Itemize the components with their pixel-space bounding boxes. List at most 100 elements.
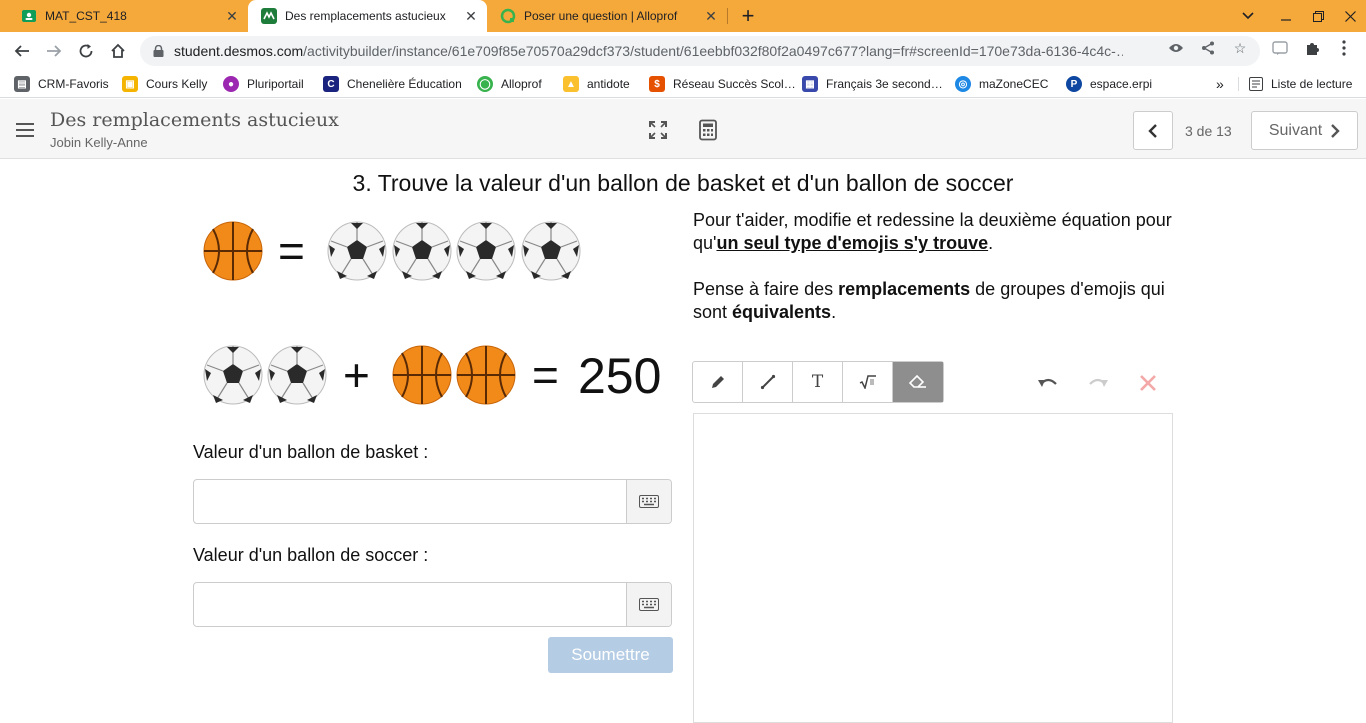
equation-2-plus: + (343, 349, 370, 401)
url-path: /activitybuilder/instance/61e709f85e7057… (303, 43, 1124, 59)
instr-text: . (831, 302, 837, 322)
close-tab-icon[interactable]: ✕ (463, 8, 479, 24)
reading-list[interactable]: Liste de lecture (1249, 75, 1352, 93)
pencil-icon (711, 376, 724, 388)
bookmark-cheneliere[interactable]: C Chenelière Éducation (323, 75, 462, 93)
pencil-tool[interactable] (693, 362, 743, 402)
fullscreen-icon[interactable] (647, 119, 669, 141)
submit-button[interactable]: Soumettre (548, 637, 673, 673)
equation-1-equals: = (278, 225, 305, 277)
basketball-icon (203, 221, 263, 281)
math-keyboard-button[interactable] (626, 583, 671, 626)
bookmark-cours-kelly[interactable]: ▣ Cours Kelly (122, 75, 207, 93)
home-icon[interactable] (105, 38, 131, 64)
close-tab-icon[interactable]: ✕ (703, 8, 719, 24)
new-tab-icon[interactable]: + (737, 3, 759, 28)
bookmark-pluriportail[interactable]: ● Pluriportail (223, 75, 304, 93)
back-icon[interactable] (9, 38, 35, 64)
restore-icon[interactable] (1302, 0, 1334, 32)
soccer-ball-icon (456, 221, 516, 281)
eye-icon[interactable] (1166, 38, 1186, 58)
instr-text: Pense à faire des (693, 279, 839, 299)
soccer-ball-icon (392, 221, 452, 281)
address-bar[interactable]: student.desmos.com /activitybuilder/inst… (140, 36, 1260, 66)
forward-icon[interactable] (41, 38, 67, 64)
basket-value-input[interactable] (193, 479, 672, 524)
calculator-icon[interactable] (697, 119, 719, 141)
minimize-icon[interactable] (1270, 0, 1302, 32)
bookmark-crm-favoris[interactable]: ▤ CRM-Favoris (14, 75, 109, 93)
folder-icon: ▤ (14, 76, 30, 92)
question-title: 3. Trouve la valeur d'un ballon de baske… (352, 170, 1014, 196)
instruction-paragraph-2: Pense à faire des remplacements de group… (693, 278, 1173, 324)
bookmark-label: Français 3e second… (826, 77, 943, 91)
line-icon (760, 374, 775, 390)
sketch-canvas[interactable] (693, 413, 1173, 723)
extensions-puzzle-icon[interactable] (1302, 38, 1322, 58)
clear-sketch-icon[interactable] (1135, 370, 1161, 396)
tab-alloprof[interactable]: Poser une question | Alloprof ✕ (487, 0, 727, 32)
activity-header: Des remplacements astucieux Jobin Kelly-… (0, 99, 1366, 159)
close-tab-icon[interactable]: ✕ (224, 8, 240, 24)
bookmark-label: Alloprof (501, 77, 542, 91)
more-bookmarks-icon[interactable]: » (1216, 75, 1224, 93)
instr-emphasis: remplacements (838, 279, 971, 299)
classroom-icon: ▣ (122, 76, 138, 92)
instruction-paragraph-1: Pour t'aider, modifie et redessine la de… (693, 209, 1173, 255)
redo-icon[interactable] (1085, 370, 1111, 396)
soccer-value-input[interactable] (193, 582, 672, 627)
line-tool[interactable] (743, 362, 793, 402)
bookmark-label: antidote (587, 77, 630, 91)
tab-separator (727, 8, 728, 24)
undo-icon[interactable] (1035, 370, 1061, 396)
erpi-icon: P (1066, 76, 1082, 92)
next-label: Suivant (1268, 121, 1323, 139)
instructions: Pour t'aider, modifie et redessine la de… (693, 209, 1173, 324)
basket-value-label: Valeur d'un ballon de basket : (193, 442, 429, 462)
alloprof-icon: ◯ (477, 76, 493, 92)
equation-2-total: 250 (578, 348, 662, 404)
soccer-ball-icon (203, 345, 263, 405)
mazonecec-icon: ◎ (955, 76, 971, 92)
eraser-icon (909, 375, 926, 388)
eraser-tool[interactable] (893, 362, 943, 402)
tab-strip: MAT_CST_418 ✕ Des remplacements astucieu… (0, 0, 1366, 32)
bookmark-label: espace.erpi (1090, 77, 1153, 91)
url-host: student.desmos.com (174, 43, 304, 59)
menu-kebab-icon[interactable] (1334, 38, 1354, 58)
bookmark-label: Chenelière Éducation (347, 77, 462, 91)
menu-hamburger-icon[interactable] (16, 123, 34, 137)
bookmark-espace-erpi[interactable]: P espace.erpi (1066, 75, 1152, 93)
star-icon[interactable]: ☆ (1230, 38, 1250, 58)
extension-translate-icon[interactable] (1270, 38, 1290, 58)
math-tool[interactable] (843, 362, 893, 402)
tab-mat-cst[interactable]: MAT_CST_418 ✕ (8, 0, 248, 32)
reload-icon[interactable] (73, 38, 99, 64)
bookmark-francais[interactable]: ▦ Français 3e second… (802, 75, 943, 93)
bookmark-reseau-succes[interactable]: $ Réseau Succès Scol… (649, 75, 796, 93)
soccer-ball-icon (327, 221, 387, 281)
bookmark-label: maZoneCEC (979, 77, 1049, 91)
alloprof-icon (500, 8, 516, 24)
sketch-toolbar: T (692, 361, 944, 403)
next-screen-button[interactable]: Suivant (1251, 111, 1358, 150)
share-icon[interactable] (1198, 38, 1218, 58)
tab-title: Des remplacements astucieux (285, 9, 446, 23)
soccer-ball-icon (521, 221, 581, 281)
text-tool[interactable]: T (793, 362, 843, 402)
tab-desmos[interactable]: Des remplacements astucieux ✕ (248, 0, 487, 32)
math-keyboard-button[interactable] (626, 480, 671, 523)
bookmark-mazonecec[interactable]: ◎ maZoneCEC (955, 75, 1048, 93)
instr-emphasis: équivalents (732, 302, 832, 322)
bookmark-separator (1238, 77, 1239, 91)
keyboard-icon (639, 495, 659, 508)
math-icon (859, 375, 876, 389)
bookmark-antidote[interactable]: ▲ antidote (563, 75, 630, 93)
bookmark-alloprof[interactable]: ◯ Alloprof (477, 75, 542, 93)
close-window-icon[interactable] (1334, 0, 1366, 32)
previous-screen-button[interactable] (1133, 111, 1173, 150)
tab-search-icon[interactable] (1232, 0, 1264, 32)
bookmarks-bar: ▤ CRM-Favoris ▣ Cours Kelly ● Pluriporta… (0, 70, 1366, 98)
browser-toolbar: student.desmos.com /activitybuilder/inst… (0, 32, 1366, 70)
lock-icon (153, 45, 164, 57)
